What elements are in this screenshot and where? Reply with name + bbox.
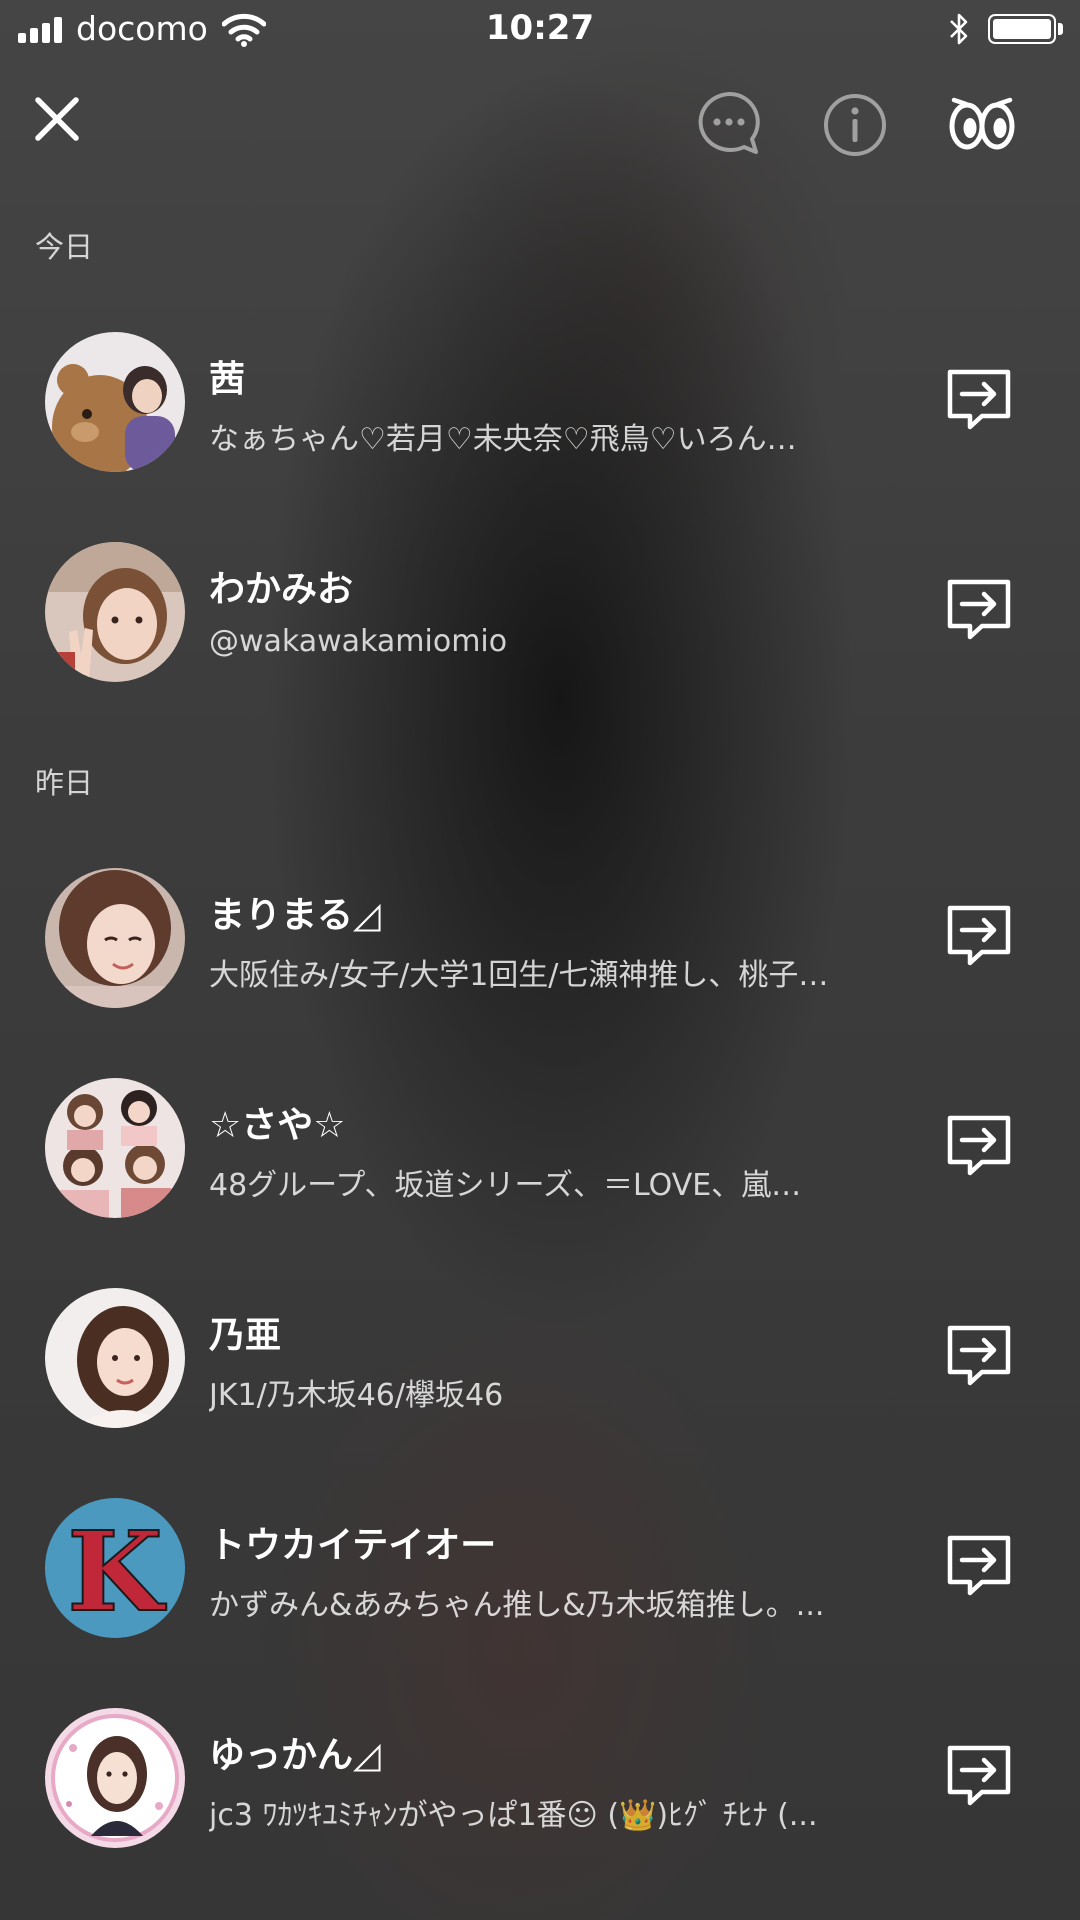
user-description: 48グループ、坂道シリーズ、＝LOVE、嵐… bbox=[209, 1168, 802, 1203]
user-name: ゆっかん◿ bbox=[209, 1735, 381, 1776]
user-description: @wakawakamiomio bbox=[209, 624, 508, 659]
avatar[interactable] bbox=[45, 1078, 185, 1218]
avatar[interactable] bbox=[45, 1708, 185, 1848]
user-description: 大阪住み/女子/大学1回生/七瀬神推し、桃子… bbox=[209, 958, 829, 993]
share-message-icon[interactable] bbox=[946, 904, 1012, 968]
share-message-icon[interactable] bbox=[946, 1744, 1012, 1808]
battery-icon bbox=[988, 14, 1056, 44]
section-label-today: 今日 bbox=[35, 230, 94, 264]
list-item[interactable]: K トウカイテイオー かずみん&あみちゃん推し&乃木坂箱推し。... bbox=[0, 1480, 1080, 1656]
avatar[interactable] bbox=[45, 868, 185, 1008]
battery-tip bbox=[1058, 23, 1063, 35]
list-item[interactable]: ☆さや☆ 48グループ、坂道シリーズ、＝LOVE、嵐… bbox=[0, 1060, 1080, 1236]
avatar[interactable] bbox=[45, 332, 185, 472]
info-icon[interactable] bbox=[822, 92, 888, 158]
section-label-yesterday: 昨日 bbox=[35, 766, 94, 800]
close-icon[interactable] bbox=[34, 96, 80, 142]
user-name: わかみお bbox=[209, 569, 354, 610]
status-bar: docomo 10:27 bbox=[0, 0, 1080, 60]
list-item[interactable]: 乃亜 JK1/乃木坂46/欅坂46 bbox=[0, 1270, 1080, 1446]
svg-text:K: K bbox=[67, 1507, 166, 1636]
list-item[interactable]: 茜 なぁちゃん♡若月♡未央奈♡飛鳥♡いろん… bbox=[0, 314, 1080, 490]
user-name: トウカイテイオー bbox=[209, 1525, 497, 1566]
user-description: JK1/乃木坂46/欅坂46 bbox=[209, 1378, 504, 1413]
share-message-icon[interactable] bbox=[946, 368, 1012, 432]
avatar[interactable] bbox=[45, 542, 185, 682]
share-message-icon[interactable] bbox=[946, 1114, 1012, 1178]
share-message-icon[interactable] bbox=[946, 578, 1012, 642]
user-description: jc3 ﾜｶﾂｷﾕﾐﾁｬﾝがやっぱ1番☺ (👑)ﾋｸﾞ ﾁﾋﾅ (... bbox=[209, 1798, 818, 1833]
bluetooth-icon bbox=[950, 13, 968, 45]
user-description: かずみん&あみちゃん推し&乃木坂箱推し。... bbox=[209, 1588, 825, 1623]
share-message-icon[interactable] bbox=[946, 1324, 1012, 1388]
user-name: ☆さや☆ bbox=[209, 1105, 346, 1146]
share-message-icon[interactable] bbox=[946, 1534, 1012, 1598]
eyes-icon[interactable] bbox=[946, 90, 1018, 152]
status-time: 10:27 bbox=[485, 8, 595, 48]
list-item[interactable]: わかみお @wakawakamiomio bbox=[0, 524, 1080, 700]
chat-bubble-icon[interactable] bbox=[694, 90, 764, 156]
avatar[interactable]: K bbox=[45, 1498, 185, 1638]
user-description: なぁちゃん♡若月♡未央奈♡飛鳥♡いろん… bbox=[209, 422, 797, 457]
user-name: まりまる◿ bbox=[209, 895, 381, 936]
list-item[interactable]: ゆっかん◿ jc3 ﾜｶﾂｷﾕﾐﾁｬﾝがやっぱ1番☺ (👑)ﾋｸﾞ ﾁﾋﾅ (.… bbox=[0, 1690, 1080, 1866]
avatar[interactable] bbox=[45, 1288, 185, 1428]
list-item[interactable]: まりまる◿ 大阪住み/女子/大学1回生/七瀬神推し、桃子… bbox=[0, 850, 1080, 1026]
user-name: 乃亜 bbox=[209, 1315, 282, 1356]
user-name: 茜 bbox=[209, 359, 246, 400]
